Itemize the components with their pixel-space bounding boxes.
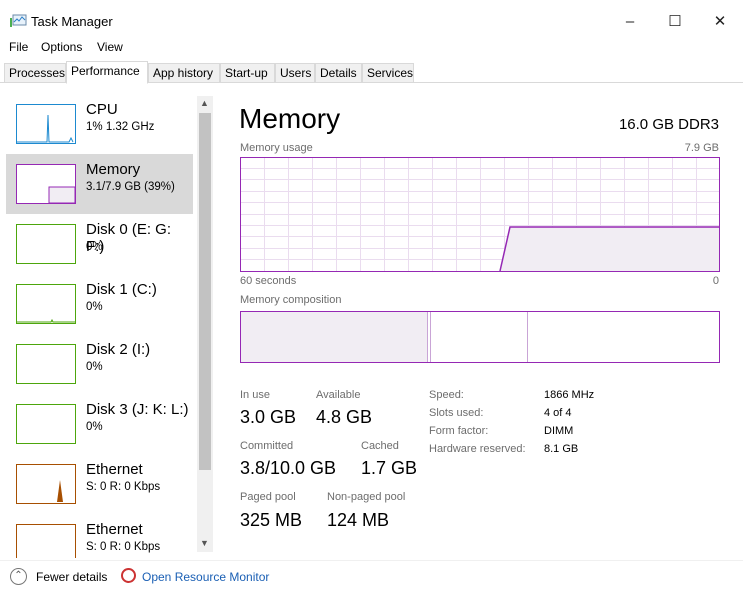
menu-view[interactable]: View — [97, 40, 123, 54]
sidebar-item[interactable]: Disk 0 (E: G: F:) 0% — [6, 214, 193, 274]
scroll-up-icon[interactable]: ▲ — [200, 98, 209, 108]
sidebar-item-sub: 0% — [86, 241, 103, 253]
sidebar-item[interactable]: Ethernet S: 0 R: 0 Kbps — [6, 454, 193, 514]
detail-value: 1866 MHz — [544, 389, 595, 401]
cached-label: Cached — [361, 440, 399, 452]
nonpaged-pool-value: 124 MB — [327, 510, 390, 530]
in-use-label: In use — [240, 389, 270, 401]
sidebar-item-name: Memory — [86, 161, 141, 178]
detail-value: 4 of 4 — [544, 407, 572, 419]
title-bar: Task Manager – ☐ ✕ — [0, 0, 743, 36]
in-use-segment[interactable] — [240, 311, 427, 363]
paged-pool-label: Paged pool — [240, 491, 296, 503]
sidebar-item-sub: 0% — [86, 361, 103, 373]
tab-start-up[interactable]: Start-up — [220, 63, 275, 83]
tab-processes[interactable]: Processes — [4, 63, 66, 83]
time-left: 60 seconds — [240, 275, 297, 287]
sidebar-thumbnail-graph — [16, 164, 76, 204]
sidebar-item-sub: 0% — [86, 301, 103, 313]
sidebar-thumbnail-graph — [16, 404, 76, 444]
time-right: 0 — [712, 275, 719, 287]
paged-pool-value: 325 MB — [240, 510, 303, 530]
sidebar-item-name: Disk 2 (I:) — [86, 341, 151, 358]
sidebar-thumbnail-graph — [16, 524, 76, 558]
sidebar-item-name: Disk 3 (J: K: L:) — [86, 401, 189, 418]
sidebar-item[interactable]: Disk 2 (I:) 0% — [6, 334, 193, 394]
tab-details[interactable]: Details — [315, 63, 362, 83]
composition-label: Memory composition — [240, 294, 342, 306]
tab-services[interactable]: Services — [362, 63, 414, 83]
task-manager-icon — [10, 14, 27, 27]
tab-bar: Processes Performance App history Start-… — [0, 61, 743, 84]
fewer-details-link[interactable]: Fewer details — [36, 570, 107, 584]
available-label: Available — [316, 389, 361, 401]
window-title: Task Manager — [31, 14, 113, 29]
sidebar-item-sub: 3.1/7.9 GB (39%) — [86, 181, 175, 193]
detail-value: DIMM — [544, 425, 574, 437]
scroll-down-icon[interactable]: ▼ — [200, 538, 209, 548]
sidebar-thumbnail-graph — [16, 284, 76, 324]
close-button[interactable]: ✕ — [705, 8, 735, 36]
cached-value: 1.7 GB — [361, 458, 418, 478]
in-use-value: 3.0 GB — [240, 407, 297, 427]
scrollbar-thumb[interactable] — [199, 113, 211, 470]
sidebar-item[interactable]: Ethernet S: 0 R: 0 Kbps — [6, 514, 193, 558]
sidebar-thumbnail-graph — [16, 104, 76, 144]
sidebar-item-sub: 1% 1.32 GHz — [86, 121, 155, 133]
detail-value: 8.1 GB — [544, 443, 579, 455]
available-value: 4.8 GB — [316, 407, 373, 427]
sidebar-item-name: Ethernet — [86, 521, 143, 538]
sidebar-thumbnail-graph — [16, 464, 76, 504]
memory-composition-bar — [240, 311, 720, 363]
maximize-button[interactable]: ☐ — [660, 8, 690, 36]
detail-label: Hardware reserved: — [429, 443, 526, 455]
tab-users[interactable]: Users — [275, 63, 315, 83]
usage-max: 7.9 GB — [684, 142, 719, 154]
sidebar-item-name: Disk 1 (C:) — [86, 281, 157, 298]
sidebar-thumbnail-graph — [16, 344, 76, 384]
usage-fill — [500, 227, 719, 271]
sidebar-item-sub: 0% — [86, 421, 103, 433]
sidebar-item[interactable]: Disk 3 (J: K: L:) 0% — [6, 394, 193, 454]
menu-file[interactable]: File — [9, 40, 28, 54]
menu-options[interactable]: Options — [41, 40, 82, 54]
committed-label: Committed — [240, 440, 294, 452]
chevron-up-icon[interactable]: ⌃ — [10, 568, 27, 585]
tab-app-history[interactable]: App history — [148, 63, 220, 83]
footer: ⌃ Fewer details Open Resource Monitor — [0, 560, 743, 602]
detail-label: Speed: — [429, 389, 464, 401]
sidebar-item[interactable]: CPU 1% 1.32 GHz — [6, 94, 193, 154]
tab-performance[interactable]: Performance — [66, 61, 148, 84]
sidebar-thumbnail-graph — [16, 224, 76, 264]
minimize-button[interactable]: – — [615, 8, 645, 36]
open-resource-monitor-link[interactable]: Open Resource Monitor — [142, 570, 269, 584]
sidebar-item-name: CPU — [86, 101, 118, 118]
sidebar-item[interactable]: Disk 1 (C:) 0% — [6, 274, 193, 334]
resource-monitor-icon — [121, 568, 136, 583]
sidebar: CPU 1% 1.32 GHz Memory 3.1/7.9 GB (39%) … — [0, 94, 197, 558]
sidebar-item-sub: S: 0 R: 0 Kbps — [86, 481, 161, 493]
usage-label: Memory usage — [240, 142, 313, 154]
sidebar-item[interactable]: Memory 3.1/7.9 GB (39%) — [6, 154, 193, 214]
memory-spec: 16.0 GB DDR3 — [618, 116, 719, 133]
sidebar-item-sub: S: 0 R: 0 Kbps — [86, 541, 161, 553]
page-title: Memory — [239, 103, 341, 134]
nonpaged-pool-label: Non-paged pool — [327, 491, 406, 503]
sidebar-item-name: Ethernet — [86, 461, 143, 478]
detail-label: Slots used: — [429, 407, 484, 419]
memory-usage-graph — [240, 157, 720, 272]
committed-value: 3.8/10.0 GB — [240, 458, 337, 478]
detail-label: Form factor: — [429, 425, 489, 437]
